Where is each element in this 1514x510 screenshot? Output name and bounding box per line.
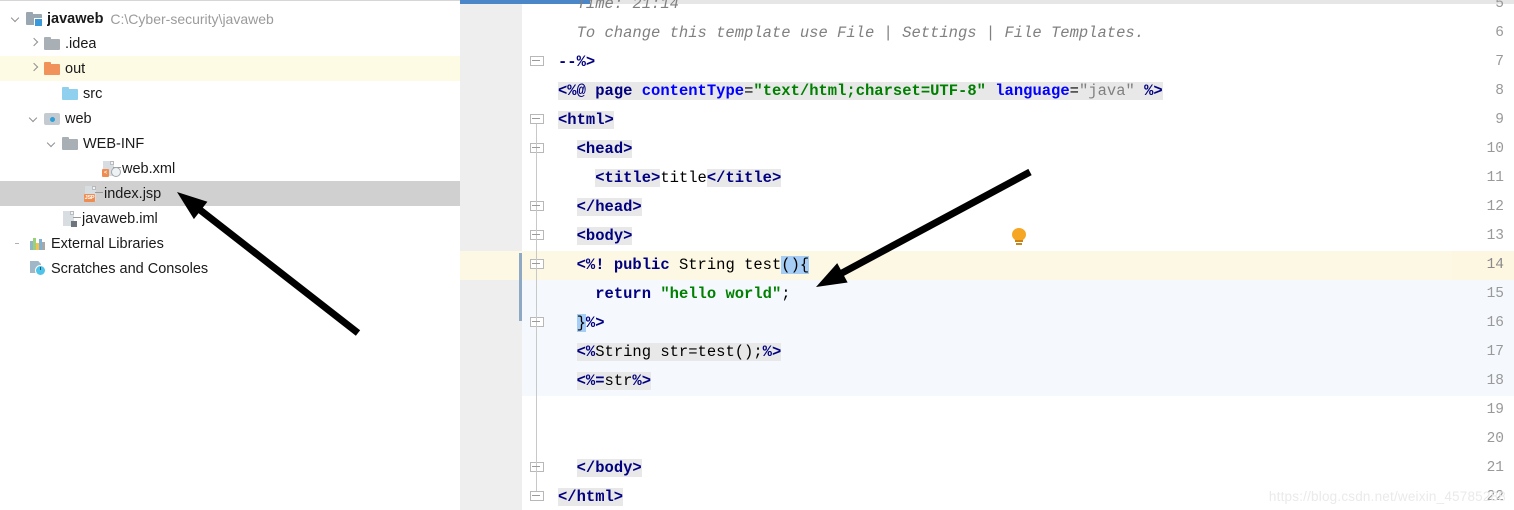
line-number-14[interactable]: 14 xyxy=(1452,251,1514,280)
tree-item-idea[interactable]: .idea xyxy=(0,31,460,56)
code-line-10[interactable]: <head> xyxy=(558,135,633,164)
line-number-17[interactable]: 17 xyxy=(1452,338,1514,367)
folder-blue-icon xyxy=(62,86,78,101)
chevron-down-icon[interactable] xyxy=(28,112,41,125)
iml-file-icon xyxy=(62,210,81,227)
chevron-down-icon[interactable] xyxy=(46,137,59,150)
line-number-12[interactable]: 12 xyxy=(1452,193,1514,222)
tree-item-web[interactable]: web xyxy=(0,106,460,131)
tree-item-label: WEB-INF xyxy=(83,135,145,152)
line-number-19[interactable]: 19 xyxy=(1452,396,1514,425)
line-number-8[interactable]: 8 xyxy=(1452,77,1514,106)
tree-item-web-xml[interactable]: < web.xml xyxy=(0,156,460,181)
tree-item-path: C:\Cyber-security\javaweb xyxy=(110,10,274,27)
fold-toggle-line-22[interactable] xyxy=(530,491,544,505)
code-line-8[interactable]: <%@ page contentType="text/html;charset=… xyxy=(558,77,1163,106)
code-line-21[interactable]: </body> xyxy=(558,454,642,483)
tree-item-javaweb[interactable]: javaweb C:\Cyber-security\javaweb xyxy=(0,6,460,31)
watermark-text: https://blog.csdn.net/weixin_45785288 xyxy=(1268,489,1506,504)
line-number-7[interactable]: 7 xyxy=(1452,48,1514,77)
folder-icon xyxy=(44,36,60,51)
tree-top-divider xyxy=(0,0,460,1)
line-number-18[interactable]: 18 xyxy=(1452,367,1514,396)
tree-item-label: web.xml xyxy=(122,160,176,177)
code-line-6[interactable]: To change this template use File | Setti… xyxy=(558,19,1144,48)
line-number-9[interactable]: 9 xyxy=(1452,106,1514,135)
code-line-18[interactable]: <%=str%> xyxy=(558,367,652,396)
chevron-down-icon[interactable] xyxy=(10,12,23,25)
code-line-17[interactable]: <%String str=test();%> xyxy=(558,338,782,367)
jsp-file-icon: JSP xyxy=(84,185,103,202)
tree-indent-spacer xyxy=(14,237,27,250)
tree-item-src[interactable]: src xyxy=(0,81,460,106)
folder-orange-icon xyxy=(44,61,60,76)
tree-item-external-libraries[interactable]: External Libraries xyxy=(0,231,460,256)
fold-toggle-line-7[interactable] xyxy=(530,56,544,70)
intention-bulb-icon[interactable] xyxy=(1012,228,1028,247)
tree-item-label: src xyxy=(83,85,103,102)
chevron-right-icon[interactable] xyxy=(28,37,41,50)
vcs-change-marker[interactable] xyxy=(519,253,522,321)
fold-toggle-line-21[interactable] xyxy=(530,462,544,476)
tree-item-label: .idea xyxy=(65,35,97,52)
code-line-14[interactable]: <%! public String test(){ xyxy=(558,251,810,280)
line-number-10[interactable]: 10 xyxy=(1452,135,1514,164)
tree-item-web-inf[interactable]: WEB-INF xyxy=(0,131,460,156)
code-line-7[interactable]: --%> xyxy=(558,48,595,77)
chevron-right-icon[interactable] xyxy=(28,62,41,75)
code-line-22[interactable]: </html> xyxy=(558,483,624,510)
tree-item-label: index.jsp xyxy=(104,185,162,202)
module-icon xyxy=(26,11,43,27)
folder-icon xyxy=(62,136,78,151)
tree-item-index-jsp[interactable]: JSP index.jsp xyxy=(0,181,460,206)
fold-toggle-line-14[interactable] xyxy=(530,259,544,273)
fold-toggle-line-12[interactable] xyxy=(530,201,544,215)
line-number-11[interactable]: 11 xyxy=(1452,164,1514,193)
fold-toggle-line-13[interactable] xyxy=(530,230,544,244)
line-number-6[interactable]: 6 xyxy=(1452,19,1514,48)
libraries-icon xyxy=(30,237,46,251)
tree-item-out[interactable]: out xyxy=(0,56,460,81)
tree-item-label: Scratches and Consoles xyxy=(51,260,209,277)
tree-item-label: javaweb.iml xyxy=(82,210,158,227)
line-number-21[interactable]: 21 xyxy=(1452,454,1514,483)
code-editor[interactable]: 5 6 7 8 9 10 11 12 13 14 15 16 17 18 19 20 21 22 Time: 21… xyxy=(460,0,1514,510)
line-number-20[interactable]: 20 xyxy=(1452,425,1514,454)
line-number-13[interactable]: 13 xyxy=(1452,222,1514,251)
code-line-15[interactable]: return "hello world"; xyxy=(558,280,790,309)
code-line-16[interactable]: }%> xyxy=(558,309,605,338)
tree-item-javaweb-iml[interactable]: javaweb.iml xyxy=(0,206,460,231)
tree-item-label: External Libraries xyxy=(51,235,164,252)
ide-window: javaweb C:\Cyber-security\javaweb .idea out… xyxy=(0,0,1514,510)
code-line-11[interactable]: <title>title</title> xyxy=(558,164,782,193)
tree-item-scratches[interactable]: Scratches and Consoles xyxy=(0,256,460,281)
line-number-15[interactable]: 15 xyxy=(1452,280,1514,309)
code-line-9[interactable]: <html> xyxy=(558,106,614,135)
tree-item-label: out xyxy=(65,60,86,77)
tree-item-label: javaweb xyxy=(47,10,104,27)
fold-toggle-line-9[interactable] xyxy=(530,114,544,128)
line-number-5[interactable]: 5 xyxy=(1452,0,1514,19)
fold-toggle-line-16[interactable] xyxy=(530,317,544,331)
code-line-5[interactable]: Time: 21:14 xyxy=(558,0,679,19)
code-line-12[interactable]: </head> xyxy=(558,193,642,222)
code-line-13[interactable]: <body> xyxy=(558,222,633,251)
web-root-icon xyxy=(44,112,60,126)
scratches-icon xyxy=(30,261,46,276)
project-tool-window[interactable]: javaweb C:\Cyber-security\javaweb .idea out… xyxy=(0,0,460,510)
line-number-16[interactable]: 16 xyxy=(1452,309,1514,338)
tree-item-label: web xyxy=(65,110,92,127)
fold-region-line xyxy=(536,269,537,317)
fold-toggle-line-10[interactable] xyxy=(530,143,544,157)
fold-region-line xyxy=(536,153,537,201)
xml-file-icon: < xyxy=(102,160,121,177)
